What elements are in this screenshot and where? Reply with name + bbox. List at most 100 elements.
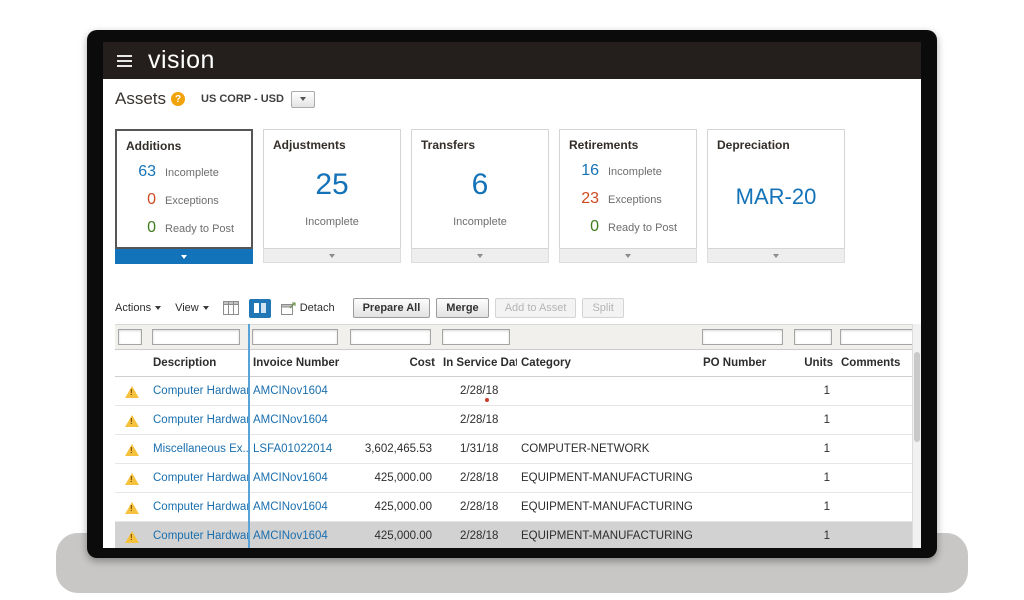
stat-row: 0 Exceptions <box>126 191 242 209</box>
card-adjustments-body: Adjustments 25 Incomplete <box>263 129 401 249</box>
stat-value: 0 <box>569 218 599 236</box>
filter-units-input[interactable] <box>794 329 832 345</box>
table-row[interactable]: Computer Hardware AMCINov1604 425,000.00… <box>115 493 921 522</box>
description-link[interactable]: Computer Hardware <box>149 406 249 435</box>
metric-label: Incomplete <box>421 216 539 228</box>
chevron-down-icon <box>300 97 306 101</box>
table-row[interactable]: Miscellaneous Ex... LSFA01022014 3,602,4… <box>115 435 921 464</box>
card-depreciation[interactable]: Depreciation MAR-20 <box>707 129 845 264</box>
column-header-po-number[interactable]: PO Number <box>699 350 791 377</box>
screenshot-stage: vision Assets ? US CORP - USD Additions <box>0 0 1024 600</box>
columns-grid-icon[interactable] <box>223 301 239 315</box>
description-link[interactable]: Computer Hardware <box>149 464 249 493</box>
invoice-link[interactable]: AMCINov1604 <box>249 522 347 549</box>
cost-cell: 425,000.00 <box>347 522 439 549</box>
stat-row: 23 Exceptions <box>569 190 687 208</box>
column-header-cost[interactable]: Cost <box>347 350 439 377</box>
filter-comments-input[interactable] <box>840 329 919 345</box>
column-header-invoice[interactable]: Invoice Number <box>249 350 347 377</box>
warning-icon <box>125 502 139 514</box>
filter-invoice-input[interactable] <box>252 329 338 345</box>
column-header-comments[interactable]: Comments <box>837 350 921 377</box>
units-cell: 1 <box>791 522 837 549</box>
invoice-link[interactable]: AMCINov1604 <box>249 493 347 522</box>
detach-button[interactable]: Detach <box>281 302 335 315</box>
card-expander-button[interactable] <box>707 249 845 263</box>
card-additions[interactable]: Additions 63 Incomplete 0 Exceptions 0 <box>115 129 253 264</box>
ledger-dropdown-button[interactable] <box>291 91 315 108</box>
in-service-date-cell: 2/28/18 <box>439 464 517 493</box>
invoice-link[interactable]: AMCINov1604 <box>249 464 347 493</box>
category-cell: EQUIPMENT-MANUFACTURING <box>517 493 699 522</box>
table-toolbar: Actions View <box>115 298 909 318</box>
infotile-row: Additions 63 Incomplete 0 Exceptions 0 <box>115 129 909 264</box>
card-metric: MAR-20 <box>717 184 835 210</box>
assets-grid: Description Invoice Number Cost In Servi… <box>115 324 921 548</box>
card-adjustments[interactable]: Adjustments 25 Incomplete <box>263 129 401 264</box>
table-row[interactable]: Computer Hardware AMCINov1604 2/28/18 1 <box>115 406 921 435</box>
split-button[interactable]: Split <box>582 298 623 318</box>
filter-po-input[interactable] <box>702 329 783 345</box>
hamburger-menu-icon[interactable] <box>117 55 132 67</box>
view-menu-button[interactable]: View <box>175 302 209 314</box>
merge-button[interactable]: Merge <box>436 298 488 318</box>
card-retirements[interactable]: Retirements 16 Incomplete 23 Exceptions … <box>559 129 697 264</box>
card-expander-button[interactable] <box>115 249 253 264</box>
card-expander-button[interactable] <box>559 249 697 263</box>
stat-label: Incomplete <box>608 166 662 178</box>
freeze-icon-active <box>249 299 271 318</box>
description-link[interactable]: Computer Hardware <box>149 522 249 549</box>
ledger-selector-label: US CORP - USD <box>201 93 284 105</box>
prepare-all-button[interactable]: Prepare All <box>353 298 431 318</box>
comments-cell <box>837 493 921 522</box>
column-header-description[interactable]: Description <box>149 350 249 377</box>
card-title: Transfers <box>421 138 539 152</box>
description-link[interactable]: Computer Hardware <box>149 377 249 406</box>
column-header-units[interactable]: Units <box>791 350 837 377</box>
column-header-in-service-date[interactable]: In Service Date <box>439 350 517 377</box>
description-link[interactable]: Miscellaneous Ex... <box>149 435 249 464</box>
warning-icon <box>125 444 139 456</box>
category-cell <box>517 406 699 435</box>
po-number-cell <box>699 493 791 522</box>
cost-cell <box>347 406 439 435</box>
freeze-columns-icon[interactable] <box>249 299 271 318</box>
table-row-selected[interactable]: Computer Hardware AMCINov1604 425,000.00… <box>115 522 921 549</box>
filter-row <box>115 325 921 350</box>
vertical-scrollbar[interactable] <box>912 324 921 548</box>
stat-row: 63 Incomplete <box>126 163 242 181</box>
comments-cell <box>837 522 921 549</box>
card-title: Additions <box>126 139 242 153</box>
scrollbar-thumb[interactable] <box>914 352 920 442</box>
stat-row: 16 Incomplete <box>569 162 687 180</box>
page-content: Assets ? US CORP - USD Additions 63 Inco… <box>103 79 921 548</box>
chevron-down-icon <box>181 255 187 259</box>
card-title: Depreciation <box>717 138 835 152</box>
card-expander-button[interactable] <box>263 249 401 263</box>
invoice-link[interactable]: AMCINov1604 <box>249 406 347 435</box>
add-to-asset-button[interactable]: Add to Asset <box>495 298 577 318</box>
filter-rowheader-input[interactable] <box>118 329 142 345</box>
filter-date-input[interactable] <box>442 329 510 345</box>
units-cell: 1 <box>791 435 837 464</box>
cost-cell: 425,000.00 <box>347 493 439 522</box>
filter-cost-input[interactable] <box>350 329 431 345</box>
chevron-down-icon <box>155 306 161 310</box>
cost-cell: 3,602,465.53 <box>347 435 439 464</box>
filter-description-input[interactable] <box>152 329 240 345</box>
invoice-link[interactable]: AMCINov1604 <box>249 377 347 406</box>
actions-menu-button[interactable]: Actions <box>115 302 161 314</box>
frozen-column-divider <box>248 324 250 548</box>
invoice-link[interactable]: LSFA01022014 <box>249 435 347 464</box>
detach-label: Detach <box>300 302 335 314</box>
card-transfers[interactable]: Transfers 6 Incomplete <box>411 129 549 264</box>
category-cell: EQUIPMENT-MANUFACTURING <box>517 464 699 493</box>
card-expander-button[interactable] <box>411 249 549 263</box>
column-header-category[interactable]: Category <box>517 350 699 377</box>
detach-icon <box>281 302 296 315</box>
help-icon[interactable]: ? <box>171 92 185 106</box>
description-link[interactable]: Computer Hardware <box>149 493 249 522</box>
table-row[interactable]: Computer Hardware AMCINov1604 425,000.00… <box>115 464 921 493</box>
stat-label: Incomplete <box>165 167 219 179</box>
table-row[interactable]: Computer Hardware AMCINov1604 2/28/18 1 <box>115 377 921 406</box>
